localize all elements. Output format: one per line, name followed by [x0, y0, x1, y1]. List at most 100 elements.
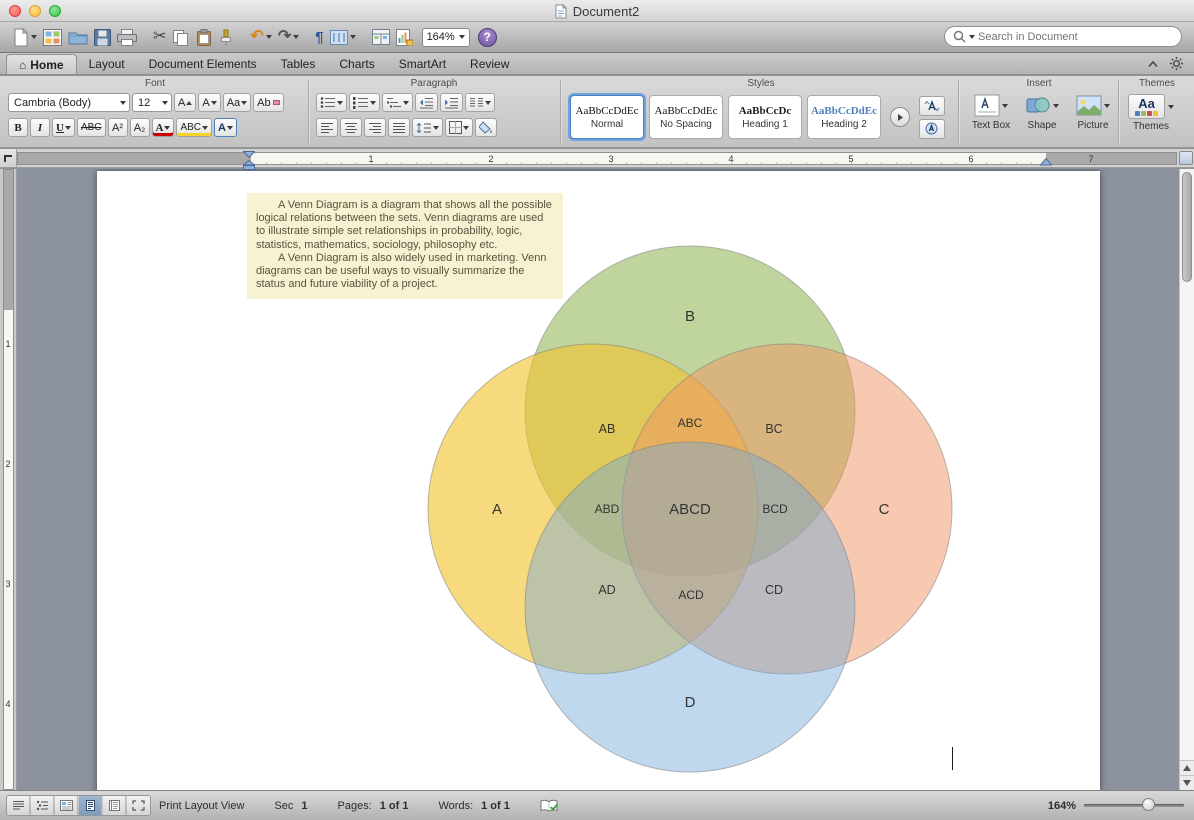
align-center-button[interactable]: [340, 118, 362, 137]
first-line-indent-marker[interactable]: [243, 151, 255, 158]
scroll-up-button[interactable]: [1180, 760, 1194, 775]
line-spacing-button[interactable]: [412, 118, 443, 137]
chevron-down-icon: [164, 126, 170, 130]
numbering-button[interactable]: [349, 93, 380, 112]
print-layout-view-button[interactable]: [79, 796, 102, 815]
decrease-indent-button[interactable]: [415, 93, 438, 112]
tab-smartart[interactable]: SmartArt: [387, 54, 458, 74]
paragraph-columns-button[interactable]: [465, 93, 495, 112]
vertical-ruler[interactable]: 1 2 3 4: [0, 169, 17, 790]
more-styles-button[interactable]: [890, 107, 910, 127]
focus-view-button[interactable]: [127, 796, 150, 815]
borders-button[interactable]: [445, 118, 473, 137]
document-proxy-icon: [555, 4, 567, 19]
venn-label-abc: ABC: [678, 416, 703, 430]
increase-indent-button[interactable]: [440, 93, 463, 112]
search-input[interactable]: [978, 31, 1173, 43]
align-right-button[interactable]: [364, 118, 386, 137]
tab-stop-selector[interactable]: [0, 149, 17, 167]
style-card-no-spacing[interactable]: AaBbCcDdEc No Spacing: [649, 95, 723, 139]
bullets-button[interactable]: [316, 93, 347, 112]
tab-review[interactable]: Review: [458, 54, 521, 74]
style-card-heading2[interactable]: AaBbCcDdEc Heading 2: [807, 95, 881, 139]
tab-home[interactable]: ⌂Home: [6, 54, 77, 74]
undo-button[interactable]: ↶: [247, 24, 274, 50]
redo-icon: ↷: [278, 29, 291, 45]
ribbon-settings-button[interactable]: [1169, 56, 1184, 71]
font-color-button[interactable]: A: [152, 118, 175, 137]
font-size-select[interactable]: 12: [132, 93, 172, 112]
style-card-normal[interactable]: AaBbCcDdEc Normal: [570, 95, 644, 139]
subscript-button[interactable]: A₂: [130, 118, 150, 137]
change-case-button[interactable]: Aa: [223, 93, 251, 112]
show-invisibles-button[interactable]: ¶: [312, 24, 326, 50]
redo-button[interactable]: ↷: [275, 24, 302, 50]
vertical-scrollbar[interactable]: [1179, 169, 1194, 790]
media-browser-button[interactable]: [393, 24, 416, 50]
align-left-button[interactable]: [316, 118, 338, 137]
publishing-view-button[interactable]: [55, 796, 78, 815]
spelling-status-button[interactable]: [540, 799, 559, 813]
scrollbar-thumb[interactable]: [1182, 172, 1192, 282]
tab-document-elements[interactable]: Document Elements: [137, 54, 269, 74]
tab-layout[interactable]: Layout: [77, 54, 137, 74]
outline-view-button[interactable]: [31, 796, 54, 815]
cut-icon: ✂: [153, 29, 166, 45]
gallery-button[interactable]: [40, 24, 65, 50]
draft-view-button[interactable]: [7, 796, 30, 815]
italic-button[interactable]: I: [30, 118, 50, 137]
multilevel-list-button[interactable]: [382, 93, 413, 112]
document-page[interactable]: A Venn Diagram is a diagram that shows a…: [97, 171, 1100, 790]
grow-font-button[interactable]: A: [174, 93, 196, 112]
insert-picture-button[interactable]: Picture: [1068, 94, 1118, 131]
insert-shape-button[interactable]: Shape: [1017, 94, 1067, 131]
justify-button[interactable]: [388, 118, 410, 137]
right-indent-marker[interactable]: [1040, 158, 1052, 166]
bold-button[interactable]: B: [8, 118, 28, 137]
new-document-button[interactable]: [10, 24, 40, 50]
zoom-slider-knob[interactable]: [1142, 798, 1155, 811]
strikethrough-button[interactable]: ABC: [77, 118, 106, 137]
hanging-indent-marker[interactable]: [243, 160, 255, 170]
zoom-slider[interactable]: [1084, 804, 1184, 807]
ruler-toggle-button[interactable]: [1179, 151, 1193, 165]
minimize-button[interactable]: [29, 5, 41, 17]
text-effects-button[interactable]: A: [214, 118, 237, 137]
underline-button[interactable]: U: [52, 118, 75, 137]
tab-tables[interactable]: Tables: [269, 54, 328, 74]
copy-button[interactable]: [169, 24, 193, 50]
insert-textbox-button[interactable]: Text Box: [966, 94, 1016, 131]
clear-formatting-button[interactable]: Ab: [253, 93, 283, 112]
chevron-down-icon: [120, 101, 126, 105]
change-styles-button[interactable]: [919, 96, 945, 116]
zoom-combo[interactable]: 164%: [422, 28, 470, 47]
print-button[interactable]: [114, 24, 140, 50]
help-button[interactable]: ?: [478, 28, 497, 47]
format-painter-button[interactable]: [215, 24, 237, 50]
venn-label-cd: CD: [765, 583, 783, 597]
shrink-font-button[interactable]: A: [198, 93, 220, 112]
shading-button[interactable]: [475, 118, 497, 137]
style-card-heading1[interactable]: AaBbCcDc Heading 1: [728, 95, 802, 139]
venn-diagram[interactable]: A B C D AB ABC BC ABD ABCD BCD AD ACD CD: [97, 171, 1100, 790]
gallery-icon: [43, 29, 62, 46]
scroll-down-button[interactable]: [1180, 775, 1194, 790]
toolbox-button[interactable]: [369, 24, 393, 50]
font-family-select[interactable]: Cambria (Body): [8, 93, 130, 112]
styles-pane-button[interactable]: [919, 119, 945, 139]
horizontal-ruler[interactable]: 1 2 3 4 5 6 7: [17, 152, 1177, 165]
maximize-button[interactable]: [49, 5, 61, 17]
columns-button[interactable]: [327, 24, 359, 50]
paste-button[interactable]: [193, 24, 215, 50]
search-box[interactable]: [944, 26, 1182, 47]
open-button[interactable]: [65, 24, 91, 50]
notebook-view-button[interactable]: [103, 796, 126, 815]
highlight-button[interactable]: ABC: [176, 118, 212, 137]
close-button[interactable]: [9, 5, 21, 17]
themes-button[interactable]: Aa: [1128, 94, 1165, 119]
superscript-button[interactable]: A²: [108, 118, 128, 137]
cut-button[interactable]: ✂: [150, 24, 169, 50]
ribbon-collapse-button[interactable]: [1147, 60, 1159, 68]
tab-charts[interactable]: Charts: [327, 54, 386, 74]
save-button[interactable]: [91, 24, 114, 50]
